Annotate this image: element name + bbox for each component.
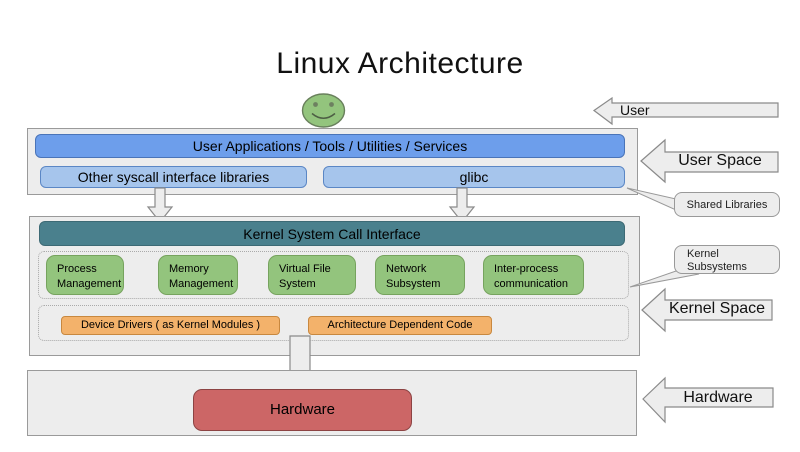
process-management-box: Process Management bbox=[46, 255, 124, 295]
user-applications-bar: User Applications / Tools / Utilities / … bbox=[35, 134, 625, 158]
network-subsystem-box: Network Subsystem bbox=[375, 255, 465, 295]
user-space-arrow-label: User Space bbox=[665, 152, 775, 170]
shared-libraries-callout: Shared Libraries bbox=[674, 192, 780, 217]
user-arrow-label: User bbox=[620, 102, 650, 118]
box-label-line: Management bbox=[57, 277, 119, 292]
callout-label-line: Kernel bbox=[687, 248, 779, 261]
box-label-line: Inter-process bbox=[494, 262, 579, 277]
box-label-line: Subsystem bbox=[386, 277, 460, 292]
box-label-line: Virtual File bbox=[279, 262, 351, 277]
glibc-box: glibc bbox=[323, 166, 625, 188]
box-label-line: Network bbox=[386, 262, 460, 277]
hardware-arrow-label: Hardware bbox=[666, 389, 770, 407]
other-syscall-libraries-box: Other syscall interface libraries bbox=[40, 166, 307, 188]
box-label-line: Memory bbox=[169, 262, 233, 277]
hardware-box: Hardware bbox=[193, 389, 412, 431]
box-label-line: Process bbox=[57, 262, 119, 277]
box-label-line: System bbox=[279, 277, 351, 292]
kernel-subsystems-callout: Kernel Subsystems bbox=[674, 245, 780, 274]
box-label-line: communication bbox=[494, 277, 579, 292]
memory-management-box: Memory Management bbox=[158, 255, 238, 295]
user-smiley-icon bbox=[301, 92, 346, 129]
box-label-line: Management bbox=[169, 277, 233, 292]
diagram-title: Linux Architecture bbox=[0, 47, 800, 81]
kernel-syscall-interface-bar: Kernel System Call Interface bbox=[39, 221, 625, 246]
inter-process-communication-box: Inter-process communication bbox=[483, 255, 584, 295]
architecture-dependent-code-box: Architecture Dependent Code bbox=[308, 316, 492, 335]
virtual-file-system-box: Virtual File System bbox=[268, 255, 356, 295]
linux-architecture-diagram: Linux Architecture User Applications / T… bbox=[0, 0, 800, 452]
callout-label-line: Subsystems bbox=[687, 261, 779, 274]
device-drivers-box: Device Drivers ( as Kernel Modules ) bbox=[61, 316, 280, 335]
kernel-space-arrow-label: Kernel Space bbox=[664, 300, 770, 318]
